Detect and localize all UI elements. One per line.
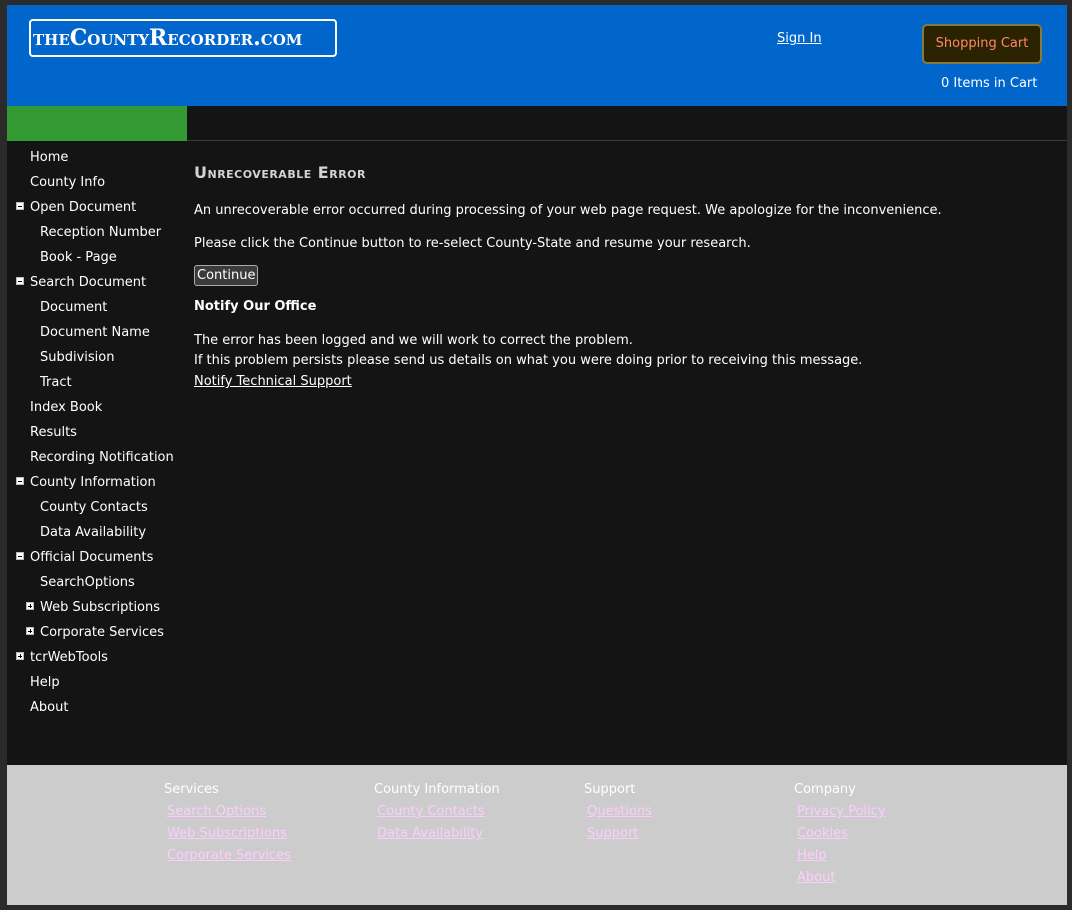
sidebar-item-document-name[interactable]: Document Name [40, 323, 150, 343]
sidebar-item-book-page[interactable]: Book - Page [40, 248, 117, 268]
sidebar-item-results[interactable]: Results [30, 423, 77, 443]
sidebar-item-corporate-services[interactable]: Corporate Services [40, 623, 164, 643]
sidebar-item-home[interactable]: Home [30, 148, 68, 168]
sidebar-item-subdivision[interactable]: Subdivision [40, 348, 115, 368]
expand-icon[interactable] [26, 627, 34, 635]
footer-link-help[interactable]: Help [797, 848, 827, 863]
expand-icon[interactable] [16, 652, 24, 660]
sidebar-item-county-info[interactable]: County Info [30, 173, 105, 193]
persists-text: If this problem persists please send us … [194, 353, 863, 368]
sidebar-item-search-document[interactable]: Search Document [30, 273, 146, 293]
sidebar-accent-bar [7, 106, 187, 141]
sign-in-link[interactable]: Sign In [777, 31, 822, 46]
sidebar-item-search-options[interactable]: SearchOptions [40, 573, 135, 593]
footer-link-web-subscriptions[interactable]: Web Subscriptions [167, 826, 287, 841]
sidebar-item-recording-notification[interactable]: Recording Notification [30, 448, 174, 468]
notify-support-link[interactable]: Notify Technical Support [194, 374, 352, 389]
sidebar-item-document[interactable]: Document [40, 298, 107, 318]
site-footer: Services Search Options Web Subscription… [7, 765, 1067, 905]
collapse-icon[interactable] [16, 202, 24, 210]
footer-heading: Support [584, 782, 636, 797]
collapse-icon[interactable] [16, 552, 24, 560]
sidebar-item-county-contacts[interactable]: County Contacts [40, 498, 148, 518]
sidebar-item-tract[interactable]: Tract [40, 373, 72, 393]
collapse-icon[interactable] [16, 477, 24, 485]
sidebar-item-index-book[interactable]: Index Book [30, 398, 102, 418]
footer-link-support[interactable]: Support [587, 826, 638, 841]
site-header: theCountyRecorder.com Sign In Shopping C… [7, 5, 1067, 106]
header-divider [187, 140, 1067, 141]
collapse-icon[interactable] [16, 277, 24, 285]
sidebar-item-about[interactable]: About [30, 698, 68, 718]
footer-link-data-availability[interactable]: Data Availability [377, 826, 483, 841]
footer-link-privacy-policy[interactable]: Privacy Policy [797, 804, 886, 819]
sidebar-item-open-document[interactable]: Open Document [30, 198, 136, 218]
footer-link-about[interactable]: About [797, 870, 835, 885]
sidebar-item-official-documents[interactable]: Official Documents [30, 548, 153, 568]
sidebar-item-data-availability[interactable]: Data Availability [40, 523, 146, 543]
footer-link-county-contacts[interactable]: County Contacts [377, 804, 485, 819]
footer-heading: County Information [374, 782, 500, 797]
sidebar-item-web-subscriptions[interactable]: Web Subscriptions [40, 598, 160, 618]
continue-instructions: Please click the Continue button to re-s… [194, 236, 751, 251]
footer-link-corporate-services[interactable]: Corporate Services [167, 848, 291, 863]
sidebar-item-county-information[interactable]: County Information [30, 473, 156, 493]
error-message: An unrecoverable error occurred during p… [194, 203, 942, 218]
expand-icon[interactable] [26, 602, 34, 610]
sidebar-item-tcrwebtools[interactable]: tcrWebTools [30, 648, 108, 668]
logged-text: The error has been logged and we will wo… [194, 333, 633, 348]
page-title: Unrecoverable Error [194, 163, 366, 182]
footer-heading: Company [794, 782, 856, 797]
cart-count: 0 Items in Cart [941, 76, 1038, 91]
footer-link-cookies[interactable]: Cookies [797, 826, 848, 841]
continue-button[interactable]: Continue [194, 265, 259, 286]
footer-heading: Services [164, 782, 219, 797]
sidebar-item-help[interactable]: Help [30, 673, 60, 693]
page-frame: theCountyRecorder.com Sign In Shopping C… [7, 5, 1067, 905]
footer-link-questions[interactable]: Questions [587, 804, 652, 819]
sidebar-item-reception-number[interactable]: Reception Number [40, 223, 161, 243]
footer-link-search-options[interactable]: Search Options [167, 804, 266, 819]
notify-heading: Notify Our Office [194, 299, 317, 314]
shopping-cart-button[interactable]: Shopping Cart [922, 24, 1042, 64]
site-logo[interactable]: theCountyRecorder.com [29, 19, 337, 57]
